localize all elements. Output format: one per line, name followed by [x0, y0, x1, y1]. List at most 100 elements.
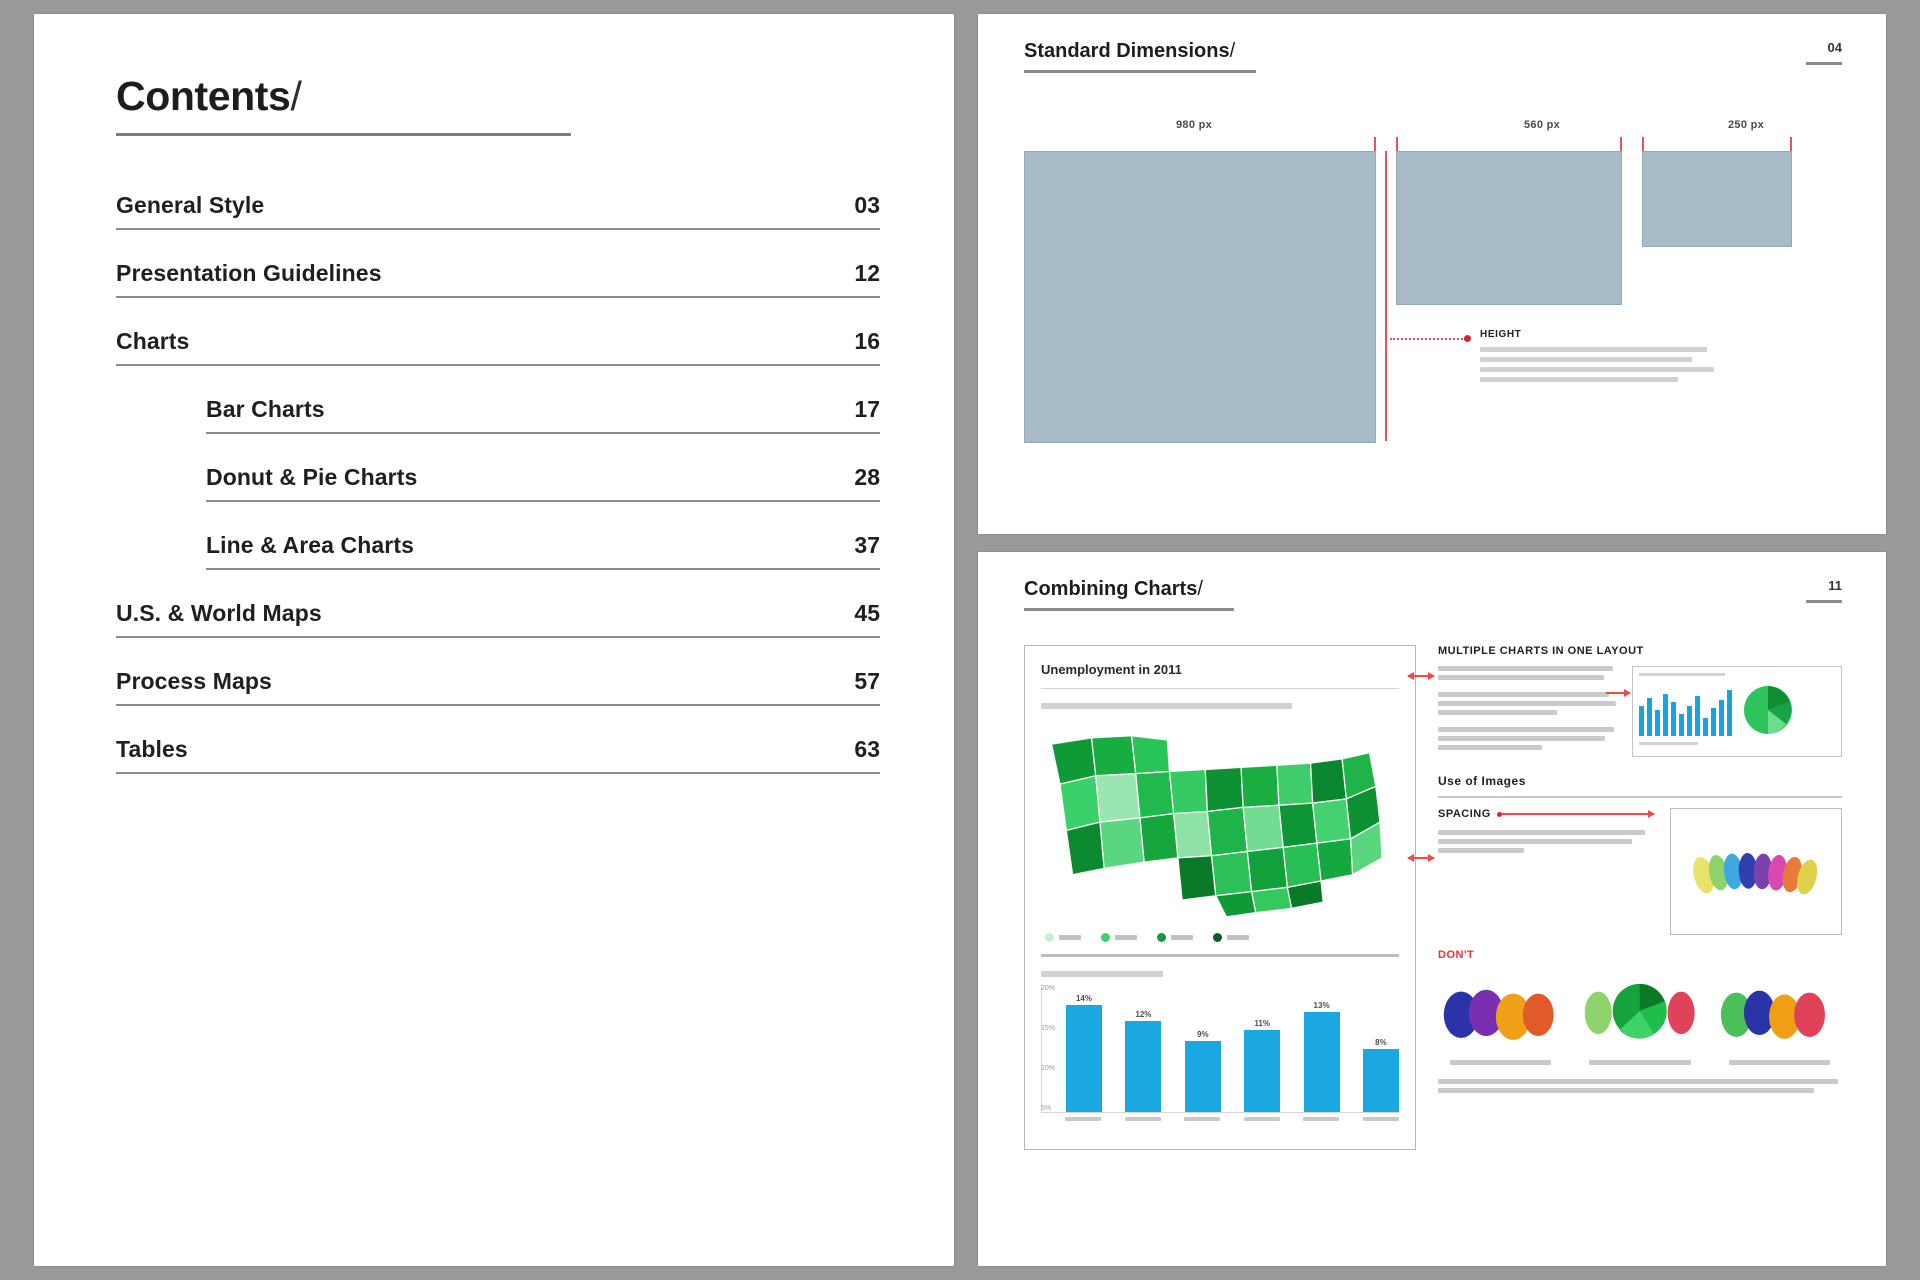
toc-entry-page: 63: [854, 736, 880, 763]
paragraph: [1438, 830, 1654, 853]
bar: [1185, 1041, 1221, 1112]
bad-3d-bulbs-2: [1717, 971, 1842, 1047]
thumbnail-bar-chart: [1639, 690, 1732, 736]
toc-entry-bar-charts[interactable]: Bar Charts 17: [206, 396, 880, 434]
dont-caption-placeholder: [1589, 1060, 1690, 1065]
bad-3d-pie-chart: [1577, 971, 1702, 1047]
title-slash: /: [290, 73, 301, 119]
legend-color-swatch: [1101, 933, 1110, 942]
x-axis-label-placeholder: [1303, 1117, 1339, 1121]
toc-entry-process-maps[interactable]: Process Maps 57: [116, 668, 880, 706]
y-axis-tick: 20%: [1041, 985, 1055, 992]
text-line: [1438, 848, 1524, 853]
page-number-underline: [1806, 62, 1842, 65]
bar-value-label: 12%: [1135, 1010, 1151, 1019]
toc-entry-general-style[interactable]: General Style 03: [116, 192, 880, 230]
toc-entry-charts[interactable]: Charts 16: [116, 328, 880, 366]
legend-label-placeholder: [1171, 935, 1193, 940]
x-axis-label-placeholder: [1244, 1117, 1280, 1121]
bar-group: 14% 12% 9%: [1041, 985, 1399, 1113]
slide-deck-spread: Contents/ General Style 03 Presentation …: [0, 0, 1920, 1280]
toc-entry-tables[interactable]: Tables 63: [116, 736, 880, 774]
note-line: [1438, 1088, 1814, 1093]
toc-entry-line-area-charts[interactable]: Line & Area Charts 37: [206, 532, 880, 570]
x-axis-label-placeholder: [1065, 1117, 1101, 1121]
dont-example-2: [1577, 971, 1702, 1065]
text-line: [1438, 666, 1613, 671]
toc-entry-page: 57: [854, 668, 880, 695]
toc-entry-label: Line & Area Charts: [206, 532, 414, 559]
toc-entry-page: 12: [854, 260, 880, 287]
page-number: 11: [1806, 578, 1842, 593]
text-line: [1438, 675, 1604, 680]
divider: [1041, 688, 1399, 689]
contents-title-text: Contents: [116, 73, 290, 119]
dont-caption-placeholder: [1450, 1060, 1551, 1065]
note-block: [1438, 1079, 1842, 1093]
colored-glass-bulbs-photo: [1679, 817, 1833, 921]
legend-color-swatch: [1157, 933, 1166, 942]
page-number-underline: [1806, 600, 1842, 603]
legend-color-swatch: [1045, 933, 1054, 942]
toc-entry-label: Bar Charts: [206, 396, 325, 423]
legend-item: [1157, 933, 1193, 942]
section-heading-use-of-images: Use of Images: [1438, 774, 1842, 788]
size-label-980: 980 px: [1176, 119, 1212, 131]
page-title: Combining Charts/: [1024, 578, 1234, 601]
size-box-250: [1642, 151, 1792, 247]
dimension-diagram: 980 px 560 px 250 px HEIGH: [1024, 119, 1842, 469]
callout-body-line: [1480, 357, 1692, 362]
callout-arrow: [1408, 675, 1434, 677]
legend-color-swatch: [1213, 933, 1222, 942]
bar-value-label: 14%: [1076, 994, 1092, 1003]
paragraph: [1438, 692, 1618, 715]
toc-entry-label: Process Maps: [116, 668, 272, 695]
toc-entry-us-world-maps[interactable]: U.S. & World Maps 45: [116, 600, 880, 638]
text-line: [1438, 701, 1616, 706]
thumbnail-title-placeholder: [1639, 673, 1725, 676]
toc-entry-label: U.S. & World Maps: [116, 600, 322, 627]
bar: [1363, 1049, 1399, 1113]
thumbnail-pie-chart: [1742, 684, 1794, 736]
callout-body-line: [1480, 367, 1714, 372]
toc-entry-presentation-guidelines[interactable]: Presentation Guidelines 12: [116, 260, 880, 298]
size-label-250: 250 px: [1728, 119, 1764, 131]
text-line: [1438, 745, 1542, 750]
x-axis-labels: [1041, 1117, 1399, 1121]
contents-page: Contents/ General Style 03 Presentation …: [34, 14, 954, 1266]
y-axis-tick: 10%: [1041, 1065, 1055, 1072]
bar-value-label: 13%: [1314, 1001, 1330, 1010]
unemployment-bar-chart: 20% 15% 10% 5% 14% 12%: [1041, 985, 1399, 1135]
toc-entry-donut-pie-charts[interactable]: Donut & Pie Charts 28: [206, 464, 880, 502]
paragraph: [1438, 666, 1618, 680]
x-axis-label-placeholder: [1125, 1117, 1161, 1121]
us-choropleth-map: [1041, 721, 1399, 921]
divider: [1438, 796, 1842, 798]
x-axis-label-placeholder: [1184, 1117, 1220, 1121]
title-underline: [1024, 608, 1234, 611]
bar-item: 14%: [1066, 985, 1102, 1112]
bar-item: 12%: [1125, 985, 1161, 1112]
legend-item: [1101, 933, 1137, 942]
thumbnail-arrow: [1606, 692, 1630, 694]
legend-item: [1045, 933, 1081, 942]
text-line: [1438, 736, 1605, 741]
toc-entry-label: Tables: [116, 736, 188, 763]
callout-arrow: [1408, 857, 1434, 859]
title-underline: [116, 133, 571, 136]
bar: [1125, 1021, 1161, 1112]
divider: [1041, 954, 1399, 957]
spacing-arrow: [1502, 813, 1654, 815]
toc-entry-page: 03: [854, 192, 880, 219]
toc-entry-label: Donut & Pie Charts: [206, 464, 417, 491]
toc-entry-label: General Style: [116, 192, 264, 219]
size-box-980: [1024, 151, 1376, 443]
title-slash: /: [1230, 40, 1236, 62]
height-leader-dot: [1464, 335, 1471, 342]
title-slash: /: [1197, 578, 1203, 600]
chart-card-title: Unemployment in 2011: [1041, 662, 1399, 677]
bar-item: 13%: [1304, 985, 1340, 1112]
bar-value-label: 11%: [1254, 1019, 1270, 1028]
page-title-text: Standard Dimensions: [1024, 40, 1230, 62]
toc-entry-label: Presentation Guidelines: [116, 260, 382, 287]
